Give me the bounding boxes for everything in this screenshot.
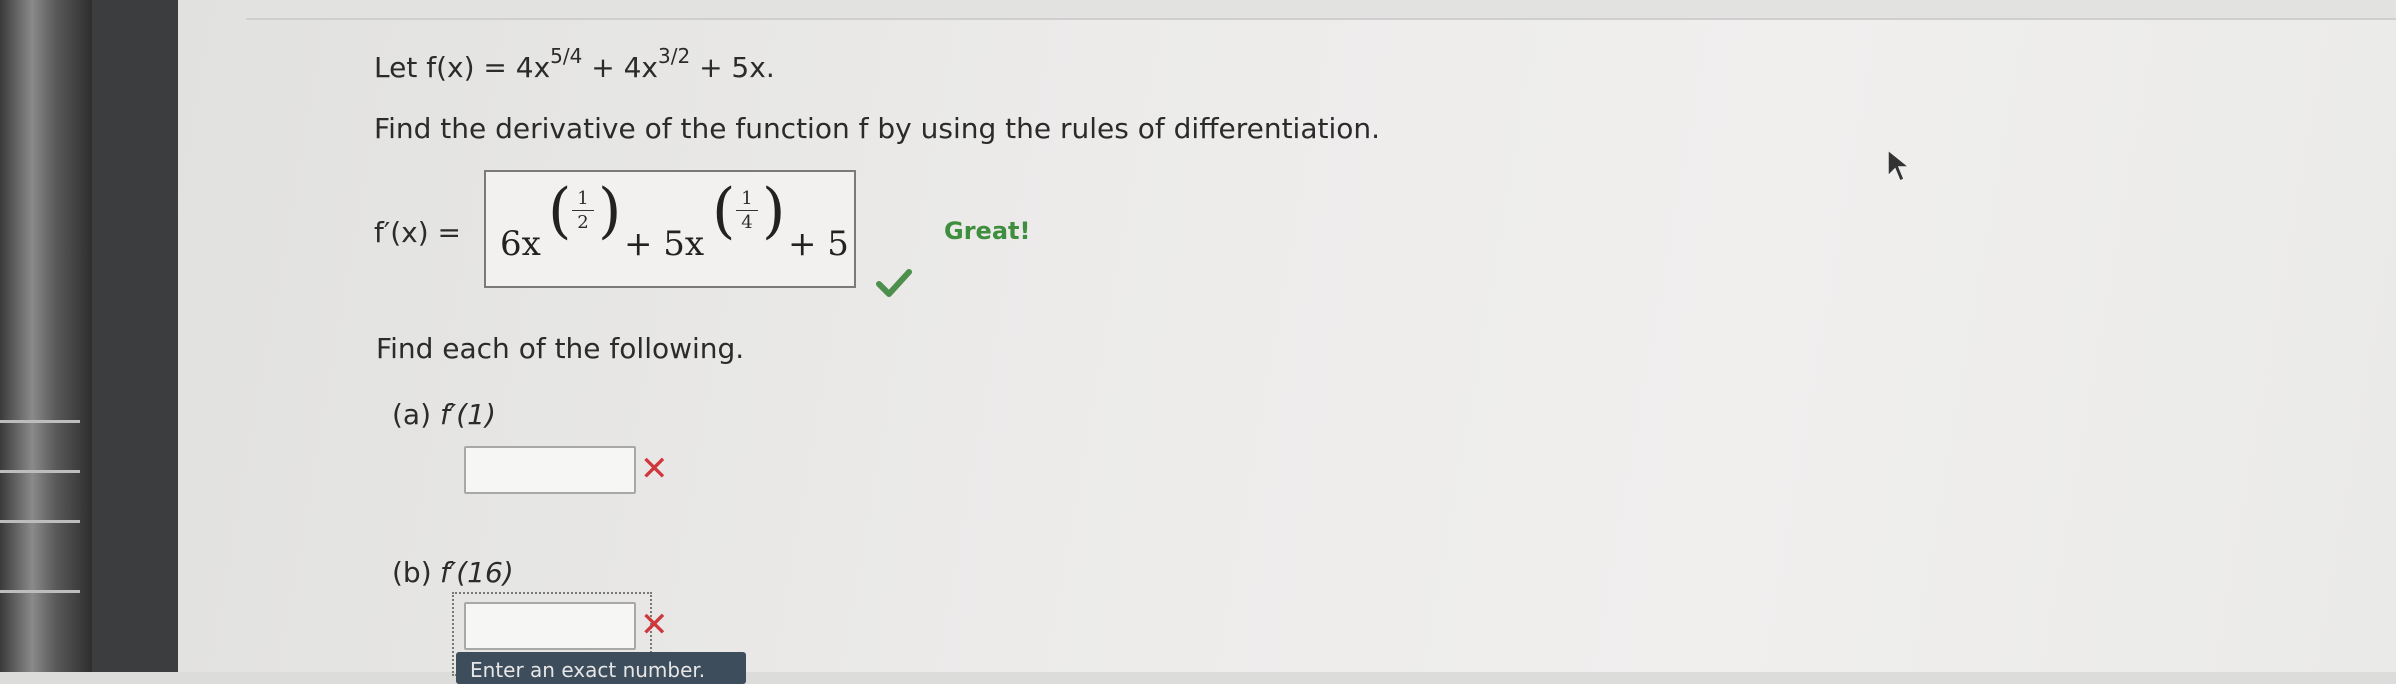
answer-term-3: + 5: [788, 224, 849, 264]
feedback-great: Great!: [944, 217, 1031, 245]
function-tail: + 5x.: [690, 51, 775, 84]
fraction-1-denominator: 2: [577, 212, 589, 233]
problem-statement: Let f(x) = 4x5/4 + 4x3/2 + 5x.: [374, 44, 775, 84]
answer-term-2: + 5x: [624, 224, 705, 264]
part-a-expression: f′(1): [440, 398, 496, 431]
open-paren-2: (: [712, 176, 736, 246]
tooltip-text: Enter an exact number.: [470, 658, 706, 682]
fraction-1-bar: [572, 210, 594, 211]
exponent-1: 5/4: [550, 44, 583, 68]
fraction-2: 1 4: [736, 188, 758, 233]
top-divider: [246, 0, 2396, 20]
fraction-1-numerator: 1: [577, 188, 589, 209]
derivative-label: f′(x) =: [374, 216, 461, 249]
exponent-2: 3/2: [657, 44, 691, 68]
question-page: Let f(x) = 4x5/4 + 4x3/2 + 5x. Find the …: [178, 0, 2396, 684]
hint-tooltip: Enter an exact number.: [456, 652, 746, 684]
instruction-text: Find the derivative of the function f by…: [374, 112, 1381, 145]
fraction-2-numerator: 1: [741, 188, 753, 209]
part-b-expression: f′(16): [440, 556, 514, 589]
close-paren-1: ): [598, 176, 622, 246]
function-middle: + 4x: [582, 51, 658, 84]
part-b-label: (b): [392, 556, 432, 589]
part-b-input[interactable]: [464, 602, 636, 650]
close-paren-2: ): [762, 176, 786, 246]
bezel-strip: [0, 590, 80, 593]
fraction-2-bar: [736, 210, 758, 211]
part-a-input[interactable]: [464, 446, 636, 494]
answer-term-1: 6x: [500, 224, 541, 264]
bezel-strip: [0, 420, 80, 423]
derivative-answer-box[interactable]: 6x ( 1 2 ) + 5x ( 1 4 ) + 5: [484, 170, 856, 288]
bezel-strip: [0, 470, 80, 473]
intro-prefix: Let: [374, 51, 427, 84]
x-icon: ✕: [640, 605, 669, 645]
open-paren-1: (: [548, 176, 572, 246]
bezel-strip: [0, 520, 80, 523]
function-definition: f(x) = 4x: [426, 51, 551, 84]
check-icon: [876, 269, 912, 297]
fraction-1: 1 2: [572, 188, 594, 233]
left-sidebar-edge: [92, 0, 178, 672]
fraction-2-denominator: 4: [741, 212, 753, 233]
part-a-label: (a): [392, 398, 432, 431]
monitor-bezel: [0, 0, 92, 672]
mouse-pointer-icon: [1887, 148, 1912, 183]
parts-heading: Find each of the following.: [376, 332, 745, 365]
x-icon: ✕: [640, 449, 669, 489]
